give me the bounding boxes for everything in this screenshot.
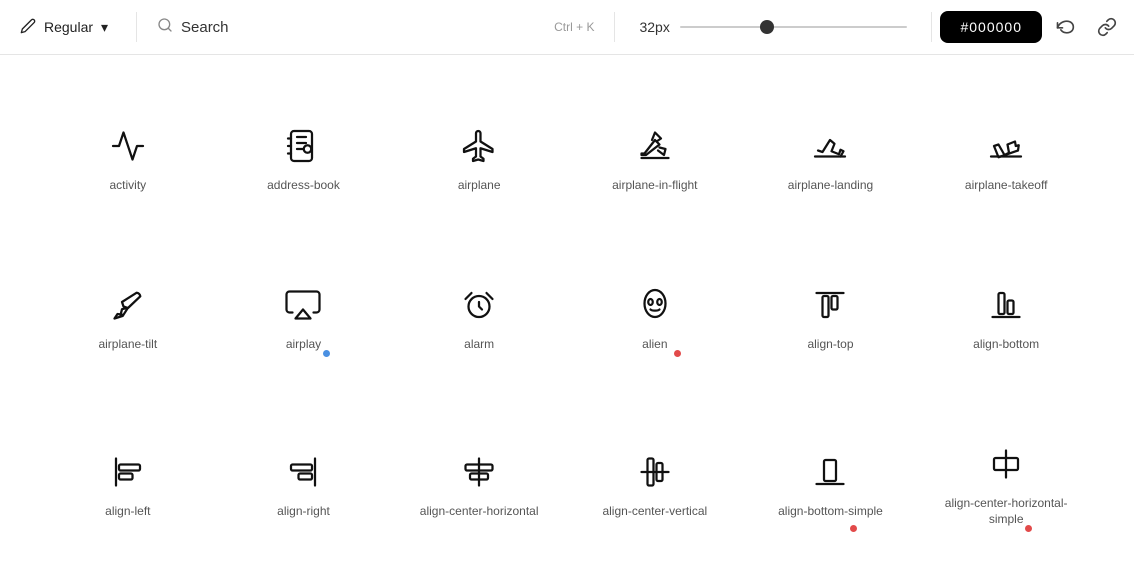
pencil-icon — [20, 18, 36, 37]
icon-cell-activity[interactable]: activity — [40, 75, 216, 234]
icon-cell-airplane-takeoff[interactable]: airplane-takeoff — [918, 75, 1094, 234]
icon-cell-alarm[interactable]: alarm — [391, 234, 567, 393]
icon-cell-airplane[interactable]: airplane — [391, 75, 567, 234]
icon-label-alarm: alarm — [464, 337, 494, 353]
icon-cell-alien[interactable]: alien — [567, 234, 743, 393]
align-right-icon — [283, 452, 323, 492]
align-left-icon — [108, 452, 148, 492]
size-value: 32px — [639, 19, 669, 35]
icon-label-airplane-landing: airplane-landing — [788, 178, 873, 194]
color-button[interactable]: #000000 — [940, 11, 1042, 43]
icon-cell-align-right[interactable]: align-right — [216, 393, 392, 568]
icon-cell-airplane-tilt[interactable]: airplane-tilt — [40, 234, 216, 393]
search-shortcut: Ctrl + K — [554, 20, 594, 34]
alien-icon — [635, 285, 675, 325]
icon-label-align-center-vertical: align-center-vertical — [602, 504, 707, 520]
divider-2 — [614, 12, 615, 42]
icon-label-address-book: address-book — [267, 178, 340, 194]
slider-thumb[interactable] — [760, 20, 774, 34]
airplay-icon — [283, 285, 323, 325]
size-slider[interactable] — [680, 26, 908, 28]
toolbar: Regular ▾ Search Ctrl + K 32px #000000 — [0, 0, 1134, 55]
icon-cell-address-book[interactable]: address-book — [216, 75, 392, 234]
icon-cell-align-bottom[interactable]: align-bottom — [918, 234, 1094, 393]
icon-label-align-bottom: align-bottom — [973, 337, 1039, 353]
airplane-takeoff-icon — [986, 126, 1026, 166]
align-bottom-icon — [986, 285, 1026, 325]
airplane-in-flight-icon — [635, 126, 675, 166]
airplay-dot — [323, 350, 330, 357]
style-label: Regular — [44, 19, 93, 35]
icon-cell-airplay[interactable]: airplay — [216, 234, 392, 393]
search-area[interactable]: Search Ctrl + K — [145, 17, 606, 38]
size-control: 32px — [623, 19, 923, 35]
divider-3 — [931, 12, 932, 42]
undo-button[interactable] — [1046, 8, 1084, 46]
align-bottom-simple-dot — [850, 525, 857, 532]
align-center-horizontal-icon — [459, 452, 499, 492]
align-center-vertical-icon — [635, 452, 675, 492]
align-top-icon — [810, 285, 850, 325]
search-label: Search — [181, 19, 546, 36]
icon-label-airplay: airplay — [286, 337, 321, 353]
alien-dot — [674, 350, 681, 357]
icon-label-align-top: align-top — [807, 337, 853, 353]
align-center-horizontal-simple-dot — [1025, 525, 1032, 532]
alarm-icon — [459, 285, 499, 325]
icon-cell-align-center-horizontal-simple[interactable]: align-center-horizontal-simple — [918, 393, 1094, 568]
style-selector-button[interactable]: Regular ▾ — [8, 12, 128, 43]
airplane-tilt-icon — [108, 285, 148, 325]
icon-label-activity: activity — [109, 178, 146, 194]
align-bottom-simple-icon — [810, 452, 850, 492]
icon-label-align-left: align-left — [105, 504, 150, 520]
icon-label-alien: alien — [642, 337, 667, 353]
icon-label-airplane-takeoff: airplane-takeoff — [965, 178, 1048, 194]
airplane-landing-icon — [810, 126, 850, 166]
align-center-horizontal-simple-icon — [986, 444, 1026, 484]
airplane-icon — [459, 126, 499, 166]
icon-cell-align-top[interactable]: align-top — [743, 234, 919, 393]
icon-cell-airplane-in-flight[interactable]: airplane-in-flight — [567, 75, 743, 234]
icon-cell-airplane-landing[interactable]: airplane-landing — [743, 75, 919, 234]
icon-cell-align-left[interactable]: align-left — [40, 393, 216, 568]
icon-label-align-right: align-right — [277, 504, 330, 520]
divider-1 — [136, 12, 137, 42]
activity-icon — [108, 126, 148, 166]
icon-label-align-center-horizontal: align-center-horizontal — [420, 504, 539, 520]
address-book-icon — [283, 126, 323, 166]
chevron-down-icon: ▾ — [101, 19, 108, 36]
search-icon — [157, 17, 173, 38]
link-button[interactable] — [1088, 8, 1126, 46]
icon-label-airplane-tilt: airplane-tilt — [98, 337, 157, 353]
icon-grid: activity address-book airplane — [0, 55, 1134, 588]
icon-label-airplane-in-flight: airplane-in-flight — [612, 178, 697, 194]
icon-cell-align-bottom-simple[interactable]: align-bottom-simple — [743, 393, 919, 568]
icon-label-airplane: airplane — [458, 178, 501, 194]
icon-cell-align-center-vertical[interactable]: align-center-vertical — [567, 393, 743, 568]
icon-cell-align-center-horizontal[interactable]: align-center-horizontal — [391, 393, 567, 568]
icon-label-align-center-horizontal-simple: align-center-horizontal-simple — [945, 496, 1068, 527]
icon-label-align-bottom-simple: align-bottom-simple — [778, 504, 883, 520]
